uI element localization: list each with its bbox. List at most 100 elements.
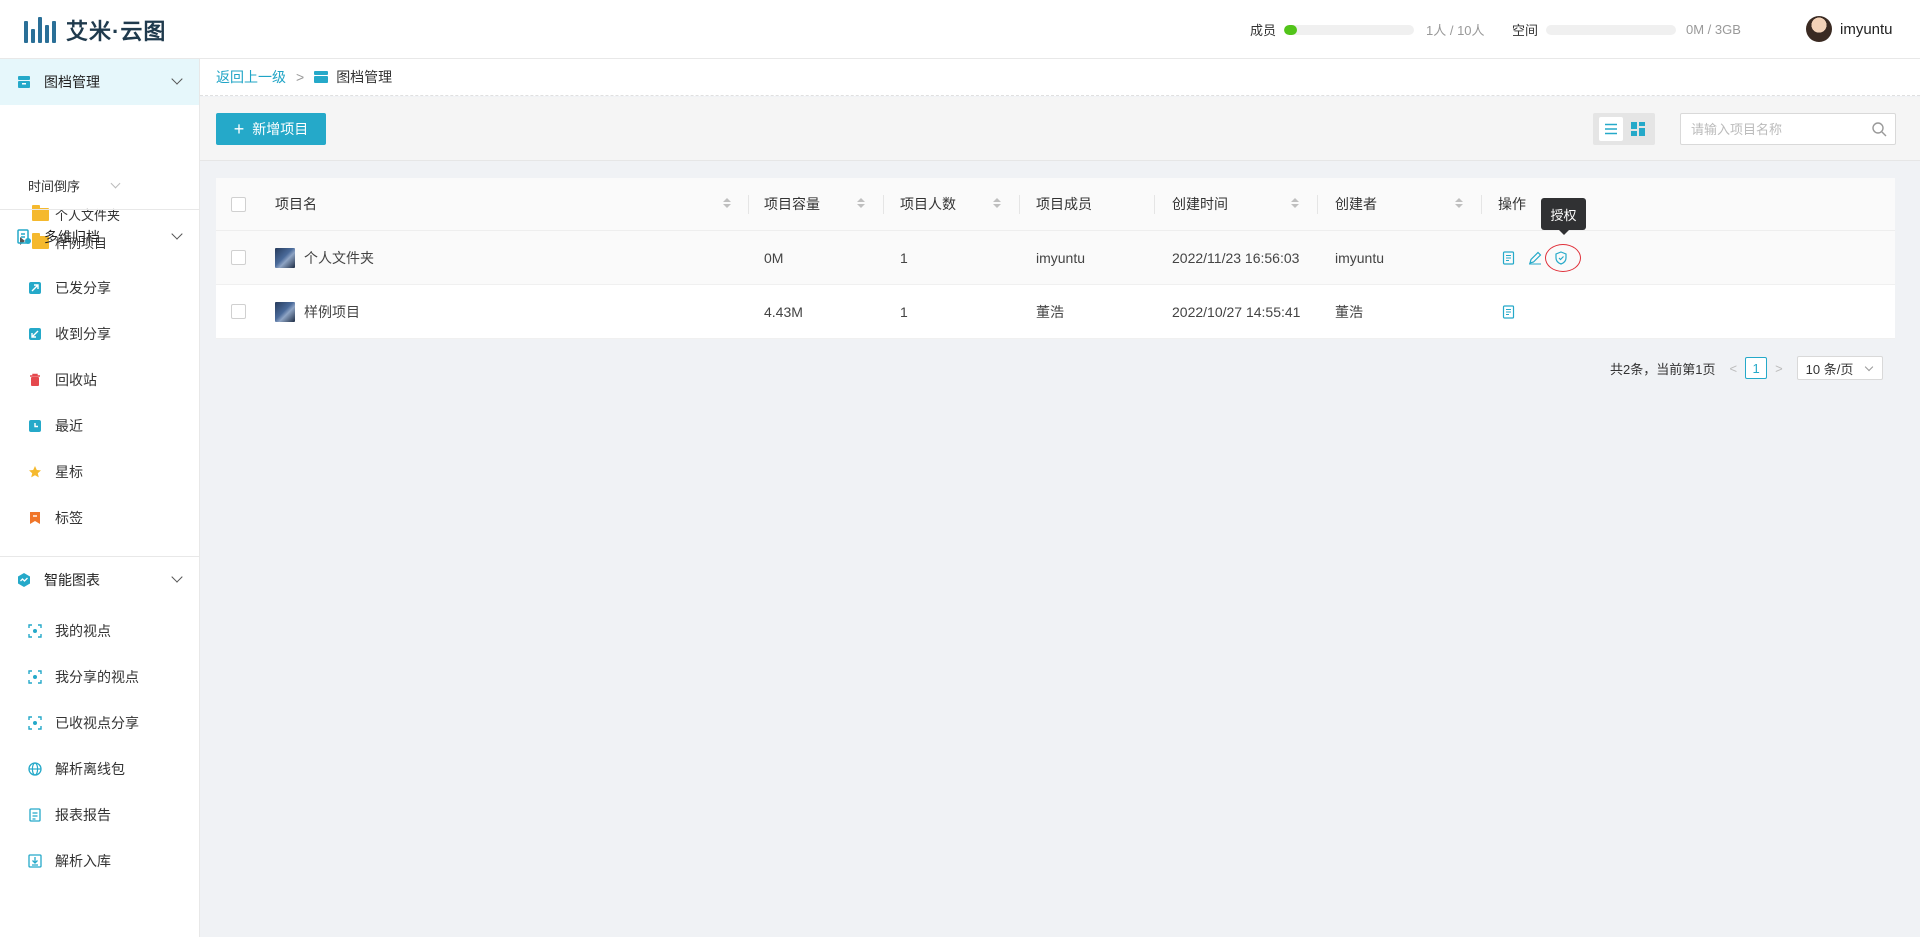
sidebar-item-recycle[interactable]: 回收站	[28, 370, 97, 390]
table-row[interactable]: 个人文件夹 0M 1 imyuntu 2022/11/23 16:56:03 i…	[216, 231, 1895, 285]
breadcrumb-current: 图档管理	[336, 69, 393, 85]
chevron-down-icon	[110, 178, 121, 189]
breadcrumb-back-link[interactable]: 返回上一级	[216, 67, 286, 87]
project-name[interactable]: 个人文件夹	[275, 231, 374, 284]
search-input[interactable]	[1681, 114, 1861, 144]
project-created: 2022/10/27 14:55:41	[1172, 303, 1301, 320]
members-quota: 成员 1人 / 10人	[1250, 20, 1485, 39]
sidebar-item-import[interactable]: 解析入库	[28, 851, 111, 871]
details-icon[interactable]	[1501, 304, 1517, 320]
space-value: 0M / 3GB	[1686, 22, 1741, 37]
sidebar-item-report[interactable]: 报表报告	[28, 805, 111, 825]
authorize-tooltip: 授权	[1541, 198, 1586, 235]
sidebar-item-recent[interactable]: 最近	[28, 416, 83, 436]
sidebar-item-my-viewpoint[interactable]: 我的视点	[28, 621, 111, 641]
space-quota: 空间 0M / 3GB	[1512, 20, 1741, 39]
report-icon	[29, 808, 41, 822]
members-value: 1人 / 10人	[1426, 23, 1485, 38]
chevron-down-icon	[171, 73, 183, 85]
archive-icon	[314, 71, 329, 83]
sidebar-item-star[interactable]: 星标	[28, 462, 83, 482]
list-icon	[1604, 123, 1617, 135]
top-header: 艾米·云图 成员 1人 / 10人 空间 0M / 3GB imyuntu	[0, 0, 1920, 59]
col-header-created[interactable]: 创建时间	[1172, 178, 1228, 230]
share-in-icon	[29, 328, 41, 340]
sidebar-item-label: 解析离线包	[55, 761, 125, 777]
sort-icon[interactable]	[857, 198, 865, 208]
sidebar-item-sent-share[interactable]: 已发分享	[28, 278, 111, 298]
star-icon	[29, 466, 41, 478]
project-search	[1680, 113, 1896, 145]
edit-icon[interactable]	[1527, 250, 1543, 266]
sidebar-section-label: 智能图表	[44, 572, 100, 588]
page-1-button[interactable]: 1	[1745, 357, 1768, 379]
avatar[interactable]	[1806, 16, 1832, 42]
select-all-checkbox[interactable]	[231, 178, 246, 230]
logo-text: 艾米·云图	[66, 19, 167, 44]
sidebar-section-multi-archive[interactable]: 多维归档	[0, 214, 199, 260]
breadcrumb-separator: >	[296, 69, 305, 85]
sidebar-item-received-share[interactable]: 收到分享	[28, 324, 111, 344]
user-menu[interactable]: imyuntu	[1806, 16, 1893, 42]
grid-icon	[1630, 122, 1645, 136]
next-page-button[interactable]: >	[1775, 361, 1783, 376]
search-icon[interactable]	[1872, 122, 1887, 137]
sidebar-item-offline-package[interactable]: 解析离线包	[28, 759, 125, 779]
add-project-button[interactable]: + 新增项目	[216, 113, 326, 145]
sort-icon[interactable]	[723, 198, 731, 208]
project-size: 0M	[764, 249, 784, 266]
project-thumbnail	[275, 247, 295, 268]
logo-bars-icon	[24, 17, 56, 43]
sidebar-item-received-viewpoint[interactable]: 已收视点分享	[28, 713, 139, 733]
sidebar-section-smart-chart[interactable]: 智能图表	[0, 557, 199, 603]
add-project-label: 新增项目	[252, 121, 309, 137]
project-members: 董浩	[1036, 303, 1064, 320]
globe-icon	[28, 762, 42, 776]
viewpoint-icon	[28, 624, 42, 638]
view-switch	[1593, 113, 1655, 145]
col-header-creator[interactable]: 创建者	[1335, 178, 1377, 230]
page-size-label: 10 条/页	[1805, 361, 1854, 377]
pagination: 共2条，当前第1页 < 1 > 10 条/页	[1610, 356, 1883, 380]
sort-icon[interactable]	[993, 198, 1001, 208]
sidebar-item-label: 回收站	[55, 372, 97, 388]
sidebar-item-tag[interactable]: 标签	[28, 508, 83, 528]
prev-page-button[interactable]: <	[1729, 361, 1737, 376]
sort-dropdown[interactable]: 时间倒序	[28, 176, 121, 195]
sidebar-item-label: 解析入库	[55, 853, 111, 869]
project-created: 2022/11/23 16:56:03	[1172, 249, 1300, 266]
pagination-summary: 共2条，当前第1页	[1610, 361, 1716, 377]
sidebar-item-shared-viewpoint[interactable]: 我分享的视点	[28, 667, 139, 687]
page-size-select[interactable]: 10 条/页	[1796, 356, 1883, 380]
row-checkbox[interactable]	[231, 285, 246, 338]
project-name-text: 样例项目	[304, 303, 360, 320]
sidebar-section-archive[interactable]: 图档管理	[0, 59, 199, 105]
sidebar-item-label: 标签	[55, 510, 83, 526]
sidebar: 图档管理 时间倒序 个人文件夹 样例项目 多维归档 已发分享 收到分享 回收站 …	[0, 59, 200, 937]
project-count: 1	[900, 303, 908, 320]
col-header-count[interactable]: 项目人数	[900, 178, 956, 230]
app-logo[interactable]: 艾米·云图	[24, 14, 166, 46]
sidebar-item-label: 星标	[55, 464, 83, 480]
project-size: 4.43M	[764, 303, 803, 320]
project-name[interactable]: 样例项目	[275, 285, 360, 338]
col-header-label: 操作	[1498, 196, 1526, 212]
list-view-button[interactable]	[1598, 117, 1623, 141]
table-row[interactable]: 样例项目 4.43M 1 董浩 2022/10/27 14:55:41 董浩	[216, 285, 1895, 339]
table-header: 项目名 项目容量 项目人数 项目成员 创建时间 创建者 操作	[216, 178, 1895, 231]
project-thumbnail	[275, 301, 295, 322]
sort-icon[interactable]	[1291, 198, 1299, 208]
sort-label: 时间倒序	[28, 179, 81, 194]
multi-archive-icon	[17, 229, 31, 244]
col-header-name[interactable]: 项目名	[275, 178, 317, 230]
trash-icon	[30, 373, 40, 386]
grid-view-button[interactable]	[1626, 117, 1650, 141]
highlight-ring	[1545, 244, 1581, 272]
details-icon[interactable]	[1501, 250, 1517, 266]
members-label: 成员	[1250, 23, 1277, 38]
sidebar-section-label: 多维归档	[44, 229, 100, 245]
row-checkbox[interactable]	[231, 231, 246, 284]
col-header-size[interactable]: 项目容量	[764, 178, 820, 230]
chevron-down-icon	[171, 571, 183, 583]
sort-icon[interactable]	[1455, 198, 1463, 208]
